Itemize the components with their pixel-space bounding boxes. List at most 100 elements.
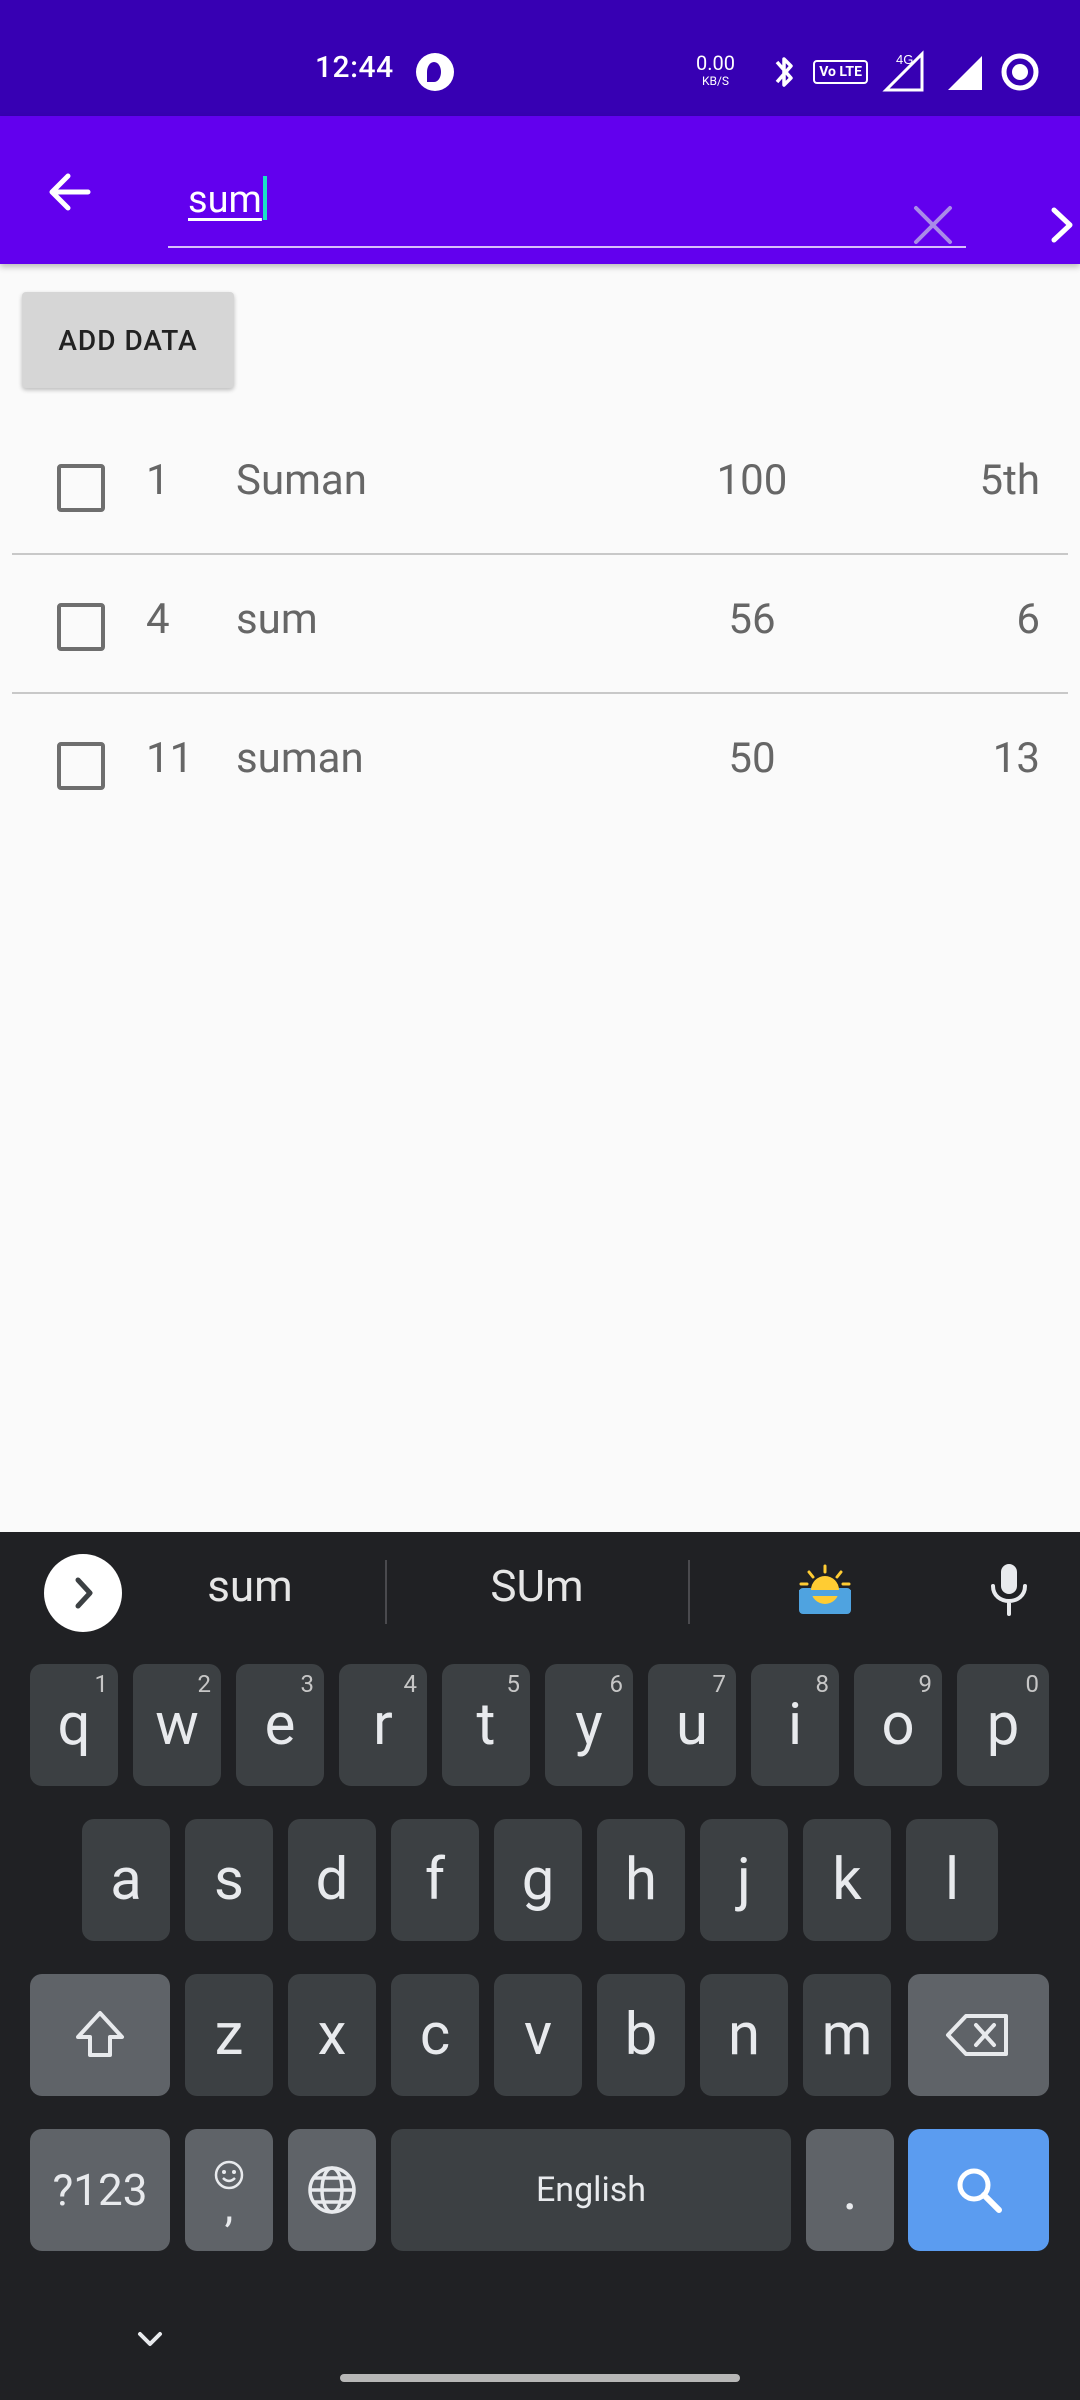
list-item: 4 sum 56 6 (12, 555, 1068, 694)
key-label: i (787, 1691, 803, 1759)
search-input[interactable]: sum (168, 156, 1073, 250)
key-g[interactable]: g (494, 1819, 582, 1941)
suggestion-2[interactable]: SUm (392, 1560, 682, 1612)
key-label: q (57, 1691, 91, 1759)
key-hint: 0 (1025, 1670, 1040, 1698)
key-x[interactable]: x (288, 1974, 376, 2096)
key-k[interactable]: k (803, 1819, 891, 1941)
clear-search-icon[interactable] (908, 200, 958, 250)
emoji-comma-key[interactable]: , (185, 2129, 273, 2251)
add-data-button[interactable]: ADD DATA (22, 292, 234, 388)
key-l[interactable]: l (906, 1819, 998, 1941)
signal-icon (948, 56, 982, 90)
key-w[interactable]: w2 (133, 1664, 221, 1786)
key-hint: 5 (506, 1670, 521, 1698)
period-key[interactable]: . (806, 2129, 894, 2251)
key-hint: 8 (815, 1670, 830, 1698)
language-key[interactable] (288, 2129, 376, 2251)
gesture-nav-handle[interactable] (340, 2374, 740, 2382)
app-bar: sum (0, 116, 1080, 264)
key-r[interactable]: r4 (339, 1664, 427, 1786)
battery-ring-icon (1001, 53, 1039, 91)
row-class: 6 (1016, 595, 1040, 644)
row-id: 1 (146, 456, 170, 505)
row-class: 5th (979, 456, 1040, 505)
key-p[interactable]: p0 (957, 1664, 1049, 1786)
key-label: t (476, 1691, 496, 1759)
key-u[interactable]: u7 (648, 1664, 736, 1786)
key-label: o (881, 1691, 915, 1759)
search-value: sum (188, 178, 262, 222)
search-input-text[interactable]: sum (188, 176, 267, 222)
microphone-icon[interactable] (984, 1560, 1034, 1620)
suggestion-divider (688, 1560, 690, 1624)
search-key[interactable] (908, 2129, 1049, 2251)
row-checkbox[interactable] (57, 742, 105, 790)
comma-label: , (224, 2180, 234, 2232)
space-key[interactable]: English (391, 2129, 791, 2251)
key-f[interactable]: f (391, 1819, 479, 1941)
row-name: Suman (236, 456, 367, 505)
back-arrow-icon[interactable] (40, 162, 100, 222)
shift-icon (76, 2011, 124, 2057)
symbols-key[interactable]: ?123 (30, 2129, 170, 2251)
key-c[interactable]: c (391, 1974, 479, 2096)
search-icon (957, 2168, 1002, 2213)
key-hint: 7 (712, 1670, 727, 1698)
key-h[interactable]: h (597, 1819, 685, 1941)
key-hint: 9 (918, 1670, 933, 1698)
key-y[interactable]: y6 (545, 1664, 633, 1786)
network-speed: 0.00 KB/S (696, 53, 735, 90)
signal-4g-icon: 4G (882, 50, 924, 92)
key-label: w (155, 1691, 199, 1759)
key-q[interactable]: q1 (30, 1664, 118, 1786)
status-bar: 12:44 0.00 KB/S Vo LTE 4G (0, 0, 1080, 116)
row-name: suman (236, 734, 364, 783)
status-icons: Vo LTE 4G (769, 50, 1040, 94)
key-z[interactable]: z (185, 1974, 273, 2096)
key-d[interactable]: d (288, 1819, 376, 1941)
key-hint: 6 (609, 1670, 624, 1698)
key-hint: 3 (300, 1670, 315, 1698)
key-hint: 1 (94, 1670, 109, 1698)
suggestion-divider (385, 1560, 387, 1624)
row-id: 4 (146, 595, 170, 644)
shift-key[interactable] (30, 1974, 170, 2096)
volte-icon: Vo LTE (813, 60, 868, 84)
list-item: 1 Suman 100 5th (12, 416, 1068, 555)
row-score: 100 (716, 456, 788, 505)
key-t[interactable]: t5 (442, 1664, 530, 1786)
key-s[interactable]: s (185, 1819, 273, 1941)
row-name: sum (236, 595, 318, 644)
key-b[interactable]: b (597, 1974, 685, 2096)
key-label: y (575, 1691, 603, 1759)
key-label: r (373, 1691, 393, 1759)
on-screen-keyboard: sum SUm q1 w2 e3 r4 t5 y6 u7 i8 o9 p0 a … (0, 1532, 1080, 2400)
key-a[interactable]: a (82, 1819, 170, 1941)
chevron-right-icon[interactable] (1036, 200, 1080, 250)
key-m[interactable]: m (803, 1974, 891, 2096)
row-score: 50 (728, 734, 776, 783)
key-o[interactable]: o9 (854, 1664, 942, 1786)
key-i[interactable]: i8 (751, 1664, 839, 1786)
text-caret (262, 176, 267, 220)
notification-app-icon (416, 53, 454, 91)
row-id: 11 (146, 734, 194, 783)
suggestion-1[interactable]: sum (105, 1560, 395, 1612)
list-item: 11 suman 50 13 (12, 694, 1068, 833)
row-checkbox[interactable] (57, 464, 105, 512)
globe-icon (308, 2166, 356, 2214)
key-v[interactable]: v (494, 1974, 582, 2096)
key-j[interactable]: j (700, 1819, 788, 1941)
row-checkbox[interactable] (57, 603, 105, 651)
chevron-down-icon[interactable] (128, 2318, 172, 2362)
backspace-key[interactable] (908, 1974, 1049, 2096)
key-label: u (676, 1691, 708, 1759)
sunrise-emoji-icon[interactable] (795, 1562, 855, 1618)
key-e[interactable]: e3 (236, 1664, 324, 1786)
bluetooth-icon (775, 57, 793, 87)
status-time: 12:44 (315, 50, 394, 85)
key-n[interactable]: n (700, 1974, 788, 2096)
backspace-icon (945, 2014, 1008, 2056)
key-label: p (986, 1691, 1020, 1759)
